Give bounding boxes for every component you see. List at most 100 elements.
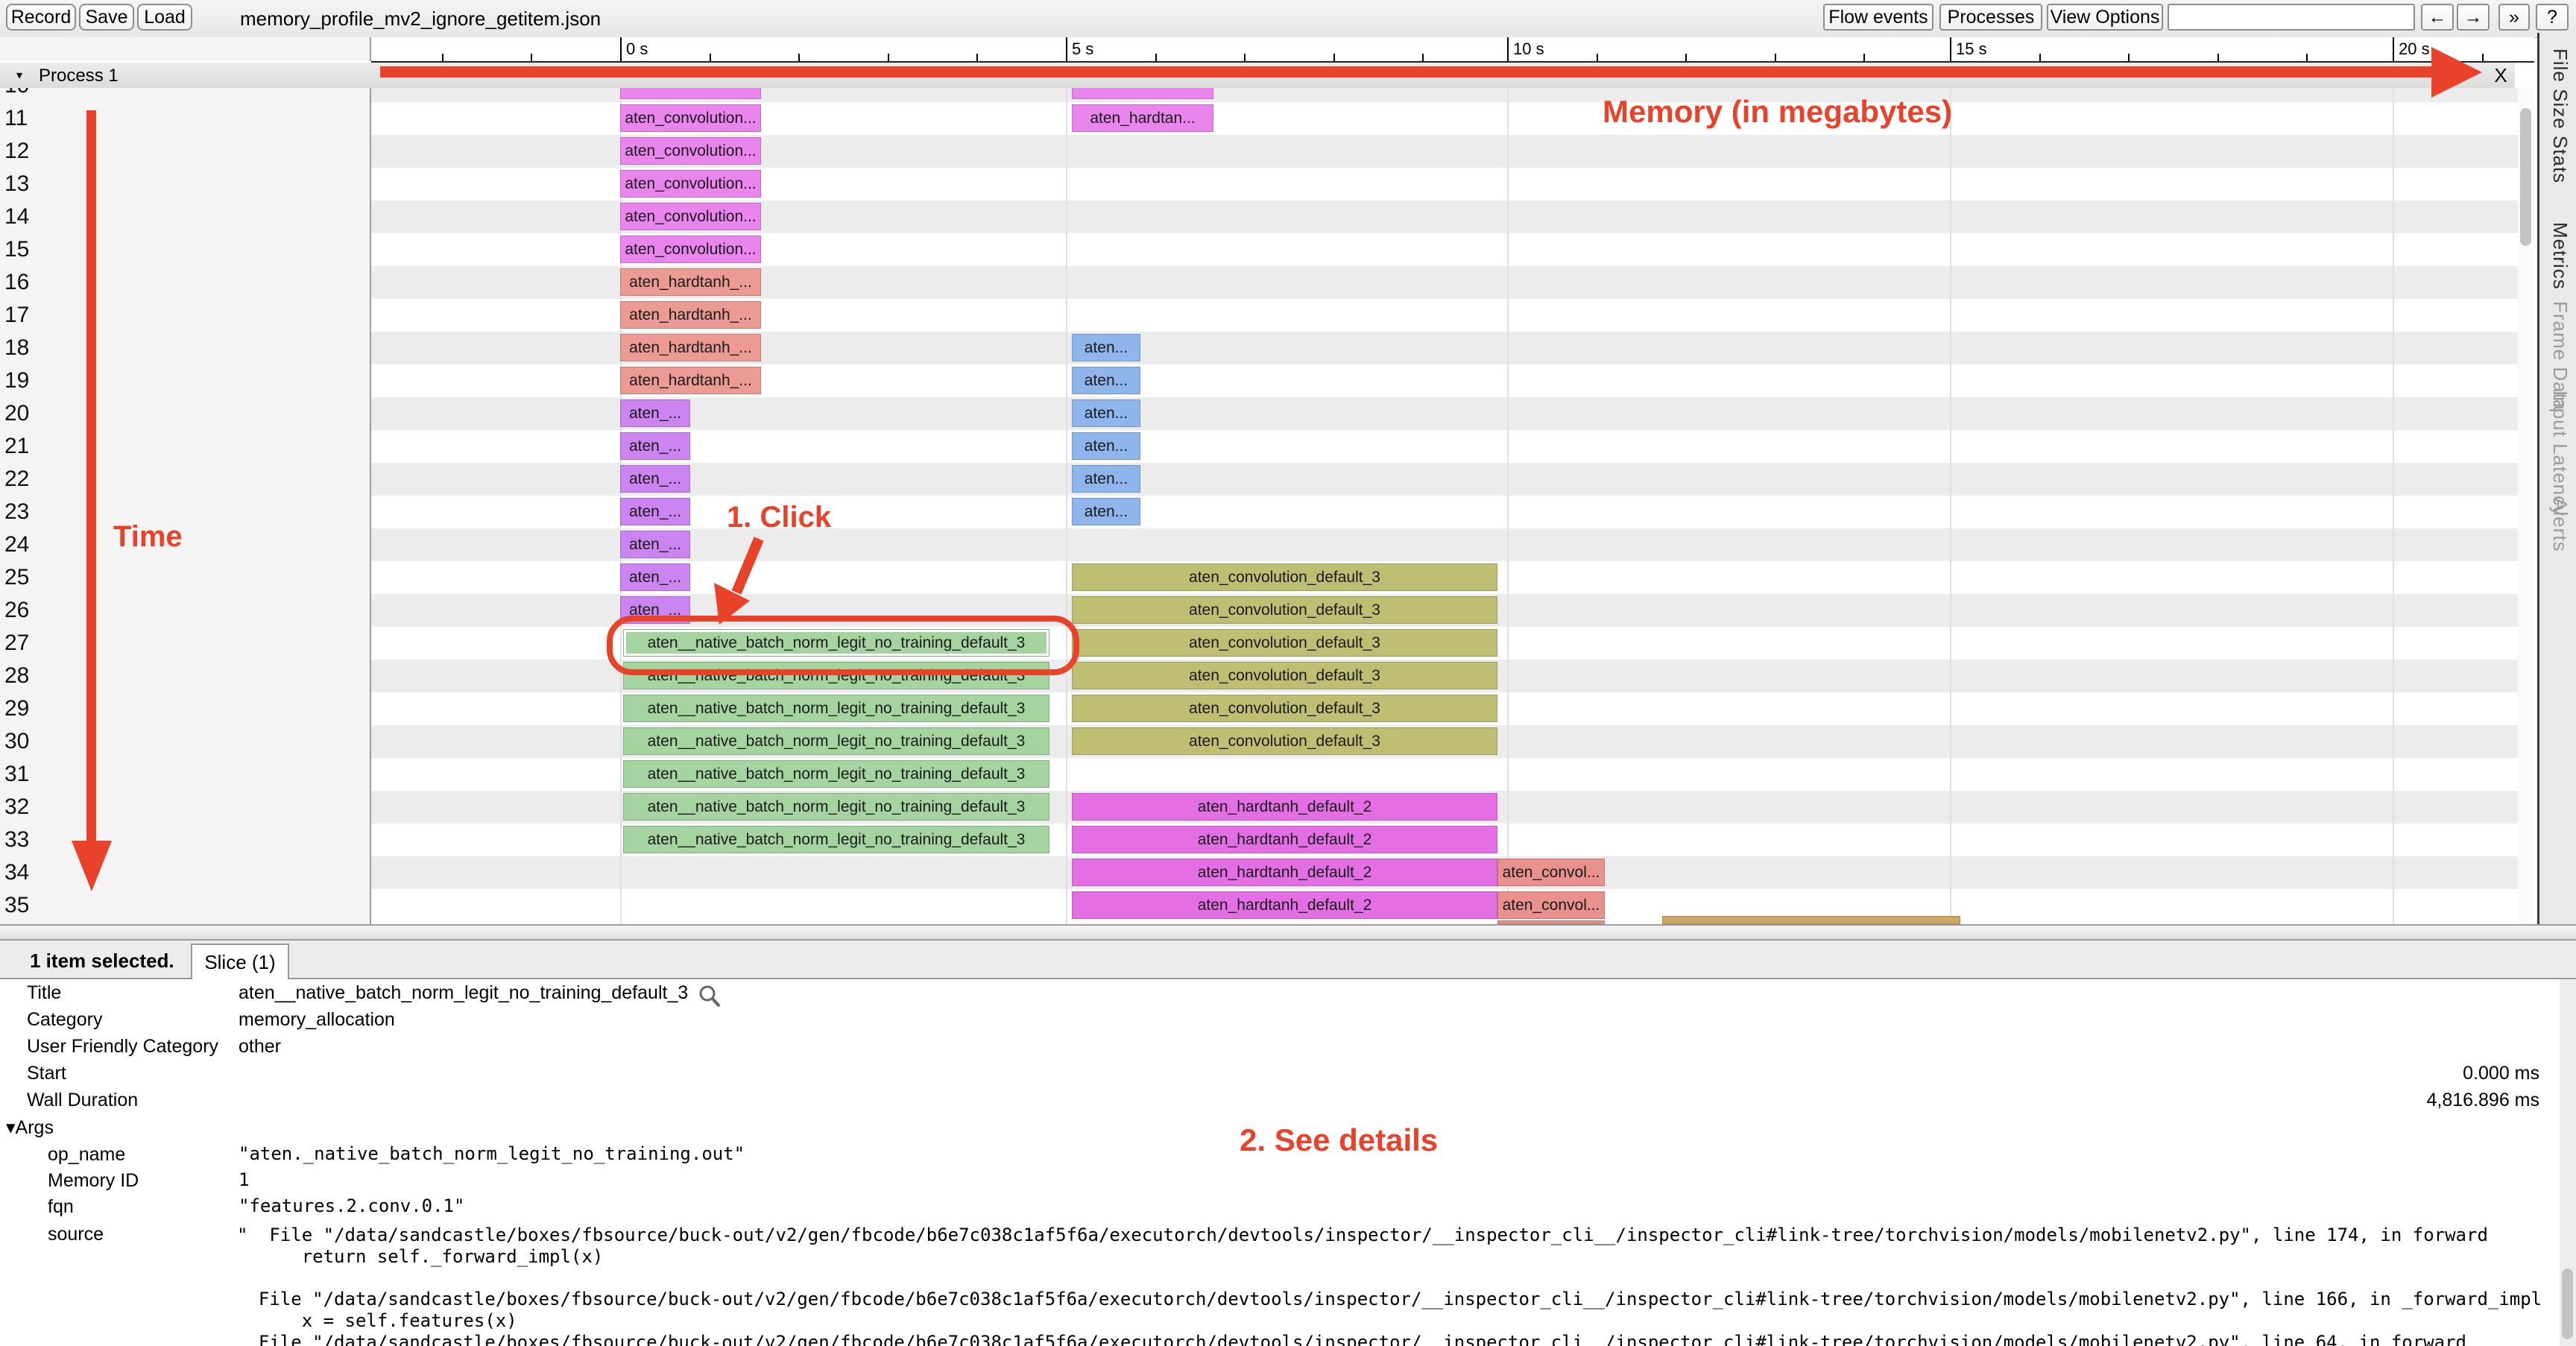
ruler-minor-tick (709, 54, 711, 61)
timeline-slice[interactable]: aten_hardtanh_... (620, 301, 761, 329)
click-annotation: 1. Click (727, 501, 832, 534)
ruler-major-tick (1066, 37, 1067, 61)
timeline-slice[interactable]: aten_hardtanh_... (620, 334, 761, 361)
timeline-slice[interactable]: aten_convolution... (620, 203, 761, 230)
collapse-icon[interactable]: ▾ (16, 68, 22, 83)
timeline-slice[interactable]: aten__native_batch_norm_legit_no_trainin… (623, 760, 1049, 788)
timeline-slice[interactable] (1662, 916, 1960, 924)
scrollbar-thumb[interactable] (2520, 108, 2531, 246)
timeline-slice[interactable]: aten... (1072, 465, 1140, 493)
timeline-slice[interactable]: aten__native_batch_norm_legit_no_trainin… (623, 793, 1049, 821)
top-toolbar: Record Save Load memory_profile_mv2_igno… (0, 0, 2576, 38)
detail-label: Category (27, 1009, 103, 1030)
arg-label: fqn (48, 1196, 74, 1217)
ruler-major-tick (1950, 37, 1951, 61)
timeline-slice[interactable]: aten_... (620, 563, 690, 591)
timeline-slice[interactable]: aten_... (620, 465, 690, 493)
timeline-slice[interactable]: aten_convol... (1497, 859, 1605, 886)
row-number-label: 29 (4, 696, 30, 721)
timeline-slice[interactable]: aten_... (620, 432, 690, 460)
search-input[interactable] (2168, 4, 2415, 31)
arg-value: "features.2.conv.0.1" (239, 1195, 465, 1216)
sidebar-tab-alerts[interactable]: Alerts (2548, 498, 2572, 552)
right-sidebar: File Size Stats Metrics Frame Data Input La… (2537, 33, 2576, 924)
args-section-header[interactable]: ▾Args (6, 1116, 54, 1139)
timeline-slice[interactable]: aten_convolution_default_3 (1072, 596, 1497, 624)
help-button[interactable]: ? (2536, 4, 2569, 31)
timeline-slice[interactable]: aten... (1072, 367, 1140, 394)
timeline-slice[interactable] (620, 88, 761, 99)
ruler-tick-label: 0 s (626, 40, 648, 58)
row-number-label: 18 (4, 335, 30, 360)
timeline-slice[interactable]: aten_convol... (1497, 891, 1605, 919)
timeline-slice[interactable]: aten_convolution_default_3 (1072, 727, 1497, 755)
magnifier-icon[interactable] (697, 984, 722, 1009)
timeline-slice[interactable]: aten_hardtanh_default_2 (1072, 859, 1497, 886)
process-title: Process 1 (39, 66, 119, 86)
row-number-label: 28 (4, 663, 30, 688)
find-previous-button[interactable]: ← (2421, 4, 2454, 31)
sidebar-tab-metrics[interactable]: Metrics (2548, 222, 2572, 290)
ruler-minor-tick (1863, 54, 1866, 61)
find-next-button[interactable]: → (2457, 4, 2490, 31)
save-button[interactable]: Save (79, 4, 134, 31)
sidebar-tab-file-size-stats[interactable]: File Size Stats (2548, 48, 2572, 183)
record-button[interactable]: Record (6, 4, 76, 31)
timeline-slice[interactable]: aten_convolution_default_3 (1072, 695, 1497, 722)
scrollbar-thumb[interactable] (2562, 1268, 2573, 1339)
row-number-label: 23 (4, 499, 30, 524)
panel-scrollbar[interactable] (2560, 979, 2576, 1346)
timeline-slice[interactable]: aten... (1072, 334, 1140, 361)
ruler-minor-tick (531, 54, 533, 61)
timeline-slice[interactable] (1072, 88, 1213, 99)
more-options-button[interactable]: » (2498, 4, 2530, 31)
track-vertical-scrollbar[interactable] (2518, 88, 2534, 924)
timeline-slice[interactable]: aten... (1072, 399, 1140, 427)
detail-label: User Friendly Category (27, 1036, 219, 1057)
timeline-slice[interactable]: aten_convolution_default_3 (1072, 629, 1497, 657)
timeline-slice[interactable]: aten_hardtanh_default_2 (1072, 891, 1497, 919)
track-label-corner (0, 37, 371, 61)
timeline-slice[interactable]: aten_hardtanh_default_2 (1072, 793, 1497, 821)
timeline-slice[interactable]: aten__native_batch_norm_legit_no_trainin… (623, 695, 1049, 722)
time-gridline (1507, 88, 1509, 924)
timeline-slice[interactable]: aten_hardtanh_... (620, 367, 761, 394)
row-number-label: 25 (4, 565, 30, 590)
timeline-slice[interactable]: aten_convolution... (620, 236, 761, 263)
timeline-slice[interactable]: aten_convolution... (620, 170, 761, 198)
time-ruler[interactable]: 0 s 5 s 10 s 15 s 20 s (371, 37, 2534, 63)
close-process-icon[interactable]: X (2490, 64, 2512, 87)
timeline-slice[interactable]: aten_... (620, 399, 690, 427)
ruler-tick-label: 10 s (1513, 40, 1544, 58)
timeline-slice[interactable]: aten_... (620, 498, 690, 525)
detail-label: Title (27, 982, 62, 1003)
load-button[interactable]: Load (137, 4, 192, 31)
timeline-slice[interactable]: aten_convolution_default_3 (1072, 563, 1497, 591)
detail-value: 0.000 ms (2463, 1063, 2539, 1084)
timeline-slice[interactable]: aten_hardtan... (1072, 104, 1213, 132)
timeline-slice[interactable]: aten_hardtanh_default_2 (1072, 826, 1497, 853)
row-number-label: 31 (4, 762, 30, 786)
panel-splitter[interactable] (0, 924, 2576, 941)
timeline-slice[interactable]: aten... (1072, 498, 1140, 525)
processes-button[interactable]: Processes (1939, 4, 2042, 31)
detail-label: Wall Duration (27, 1090, 139, 1110)
timeline-slice[interactable]: aten... (1072, 432, 1140, 460)
flow-events-button[interactable]: Flow events (1823, 4, 1933, 31)
timeline-slice[interactable]: aten_convolution... (620, 104, 761, 132)
timeline-slice[interactable]: aten_convolution... (620, 137, 761, 165)
row-number-label: 19 (4, 368, 30, 393)
detail-value: other (239, 1036, 281, 1057)
memory-arrowhead-icon (2431, 47, 2482, 98)
trace-filename: memory_profile_mv2_ignore_getitem.json (240, 7, 602, 30)
timeline-slice[interactable]: aten_... (620, 531, 690, 558)
timeline-slice[interactable]: aten_hardtanh_... (620, 268, 761, 296)
timeline-slice[interactable]: aten_convolution_default_3 (1072, 662, 1497, 689)
timeline-slice[interactable]: aten__native_batch_norm_legit_no_trainin… (623, 727, 1049, 755)
ruler-tick-label: 5 s (1072, 40, 1094, 58)
ruler-minor-tick (798, 54, 801, 61)
tab-slice[interactable]: Slice (1) (191, 944, 289, 981)
ruler-minor-tick (1774, 54, 1776, 61)
view-options-button[interactable]: View Options (2047, 4, 2163, 31)
timeline-slice[interactable]: aten__native_batch_norm_legit_no_trainin… (623, 826, 1049, 853)
